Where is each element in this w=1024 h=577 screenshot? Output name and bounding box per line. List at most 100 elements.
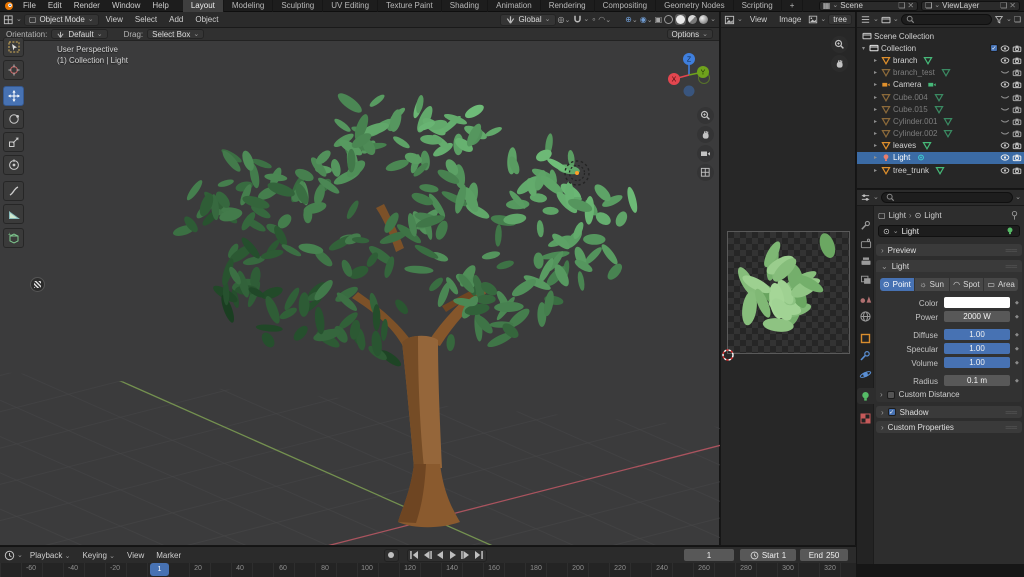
- tab-output[interactable]: [857, 254, 874, 270]
- disclosure-arrow-icon[interactable]: ▸: [872, 130, 879, 137]
- hide-eye-icon[interactable]: [1000, 141, 1010, 150]
- tab-world[interactable]: [857, 308, 874, 324]
- disable-render-camera-icon[interactable]: [1012, 44, 1022, 53]
- menu-keying[interactable]: Keying ⌄: [77, 551, 120, 560]
- hide-eye-icon[interactable]: [1000, 166, 1010, 175]
- viewport-camera-view-button[interactable]: [697, 145, 714, 162]
- outliner-row-collection[interactable]: ▾ Collection ✓: [857, 42, 1024, 54]
- disclosure-arrow-icon[interactable]: ▸: [872, 118, 879, 125]
- light-type-point-button[interactable]: ⊙Point: [880, 278, 915, 291]
- panel-preview[interactable]: ›Preview ══: [876, 244, 1022, 256]
- menu-render[interactable]: Render: [68, 1, 106, 10]
- hide-eye-icon[interactable]: [1000, 80, 1010, 89]
- toggle-xray-button[interactable]: ▣: [655, 15, 663, 24]
- workspace-tab-compositing[interactable]: Compositing: [595, 0, 656, 12]
- disable-render-camera-icon[interactable]: [1012, 141, 1022, 150]
- play-reverse-button[interactable]: [434, 550, 447, 561]
- outliner-row-camera[interactable]: ▸ Camera: [857, 79, 1024, 91]
- breadcrumb-data[interactable]: Light: [924, 211, 941, 220]
- frame-end-field[interactable]: End250: [800, 549, 848, 561]
- custom-distance-checkbox[interactable]: [887, 391, 895, 399]
- subpanel-custom-distance[interactable]: › Custom Distance: [880, 390, 1018, 399]
- tab-render[interactable]: [857, 236, 874, 252]
- outliner-row-branch-test[interactable]: ▸ branch_test: [857, 67, 1024, 79]
- tool-select-box[interactable]: [3, 37, 24, 57]
- workspace-tab-texture-paint[interactable]: Texture Paint: [378, 0, 442, 12]
- outliner-row-tree-trunk[interactable]: ▸ tree_trunk: [857, 164, 1024, 176]
- volume-slider[interactable]: 1.00: [944, 357, 1010, 368]
- hide-eye-closed-icon[interactable]: [1000, 105, 1010, 114]
- shading-wireframe-button[interactable]: [664, 15, 673, 24]
- outliner-row-cube-004[interactable]: ▸ Cube.004: [857, 91, 1024, 103]
- tool-cursor[interactable]: [3, 60, 24, 80]
- panel-shadow[interactable]: › ✓ Shadow ══: [876, 406, 1022, 418]
- uv-2d-cursor[interactable]: [721, 348, 735, 362]
- light-type-sun-button[interactable]: ☼Sun: [915, 278, 950, 291]
- outliner-row-light[interactable]: ▸ Light: [857, 152, 1024, 164]
- timeline-ruler[interactable]: -60 -40 -20 20 40 60 80 100 120 140 160 …: [0, 563, 856, 577]
- current-frame-field[interactable]: 1: [684, 549, 734, 561]
- browse-image-icon[interactable]: [808, 14, 818, 25]
- disable-render-camera-icon[interactable]: [1012, 153, 1022, 162]
- shading-material-button[interactable]: [688, 15, 697, 24]
- hide-eye-closed-icon[interactable]: [1000, 117, 1010, 126]
- image-texture-frame[interactable]: [727, 231, 850, 354]
- menu-image[interactable]: Image: [774, 15, 806, 24]
- menu-marker[interactable]: Marker: [151, 551, 186, 560]
- light-type-area-button[interactable]: ▭Area: [984, 278, 1018, 291]
- tab-tool[interactable]: [857, 218, 874, 234]
- animate-dot[interactable]: ◆: [1015, 314, 1019, 320]
- tool-measure[interactable]: [3, 204, 24, 224]
- menu-select[interactable]: Select: [130, 15, 162, 24]
- show-gizmo-toggle[interactable]: ⊕⌄: [625, 15, 638, 24]
- tab-physics[interactable]: [857, 366, 874, 382]
- tree-foliage[interactable]: [172, 90, 639, 369]
- shadow-checkbox[interactable]: ✓: [888, 408, 896, 416]
- outliner-row-leaves[interactable]: ▸ leaves: [857, 140, 1024, 152]
- breadcrumb-object[interactable]: Light: [889, 211, 906, 220]
- disclosure-arrow-icon[interactable]: ▸: [872, 69, 879, 76]
- menu-help[interactable]: Help: [146, 1, 174, 10]
- tab-object[interactable]: [857, 330, 874, 346]
- close-icon[interactable]: ✕: [1009, 1, 1016, 10]
- add-workspace-button[interactable]: +: [782, 0, 804, 12]
- tab-texture[interactable]: [857, 410, 874, 426]
- menu-add[interactable]: Add: [164, 15, 188, 24]
- menu-playback[interactable]: Playback ⌄: [25, 551, 76, 560]
- workspace-tab-layout[interactable]: Layout: [183, 0, 224, 12]
- viewport-zoom-button[interactable]: [697, 107, 714, 124]
- specular-slider[interactable]: 1.00: [944, 343, 1010, 354]
- tool-add-primitive[interactable]: +: [3, 228, 24, 248]
- new-collection-button[interactable]: ❏: [1014, 15, 1021, 24]
- snap-magnet-icon[interactable]: ⌄: [572, 14, 589, 25]
- disable-render-camera-icon[interactable]: [1012, 56, 1022, 65]
- options-dropdown[interactable]: Options⌄: [667, 29, 713, 39]
- mode-dropdown[interactable]: ▢ Object Mode⌄: [24, 14, 99, 26]
- menu-file[interactable]: File: [17, 1, 42, 10]
- radius-field[interactable]: 0.1 m: [944, 375, 1010, 386]
- animate-dot[interactable]: ◆: [1015, 378, 1019, 384]
- animate-dot[interactable]: ◆: [1015, 300, 1019, 306]
- hide-eye-closed-icon[interactable]: [1000, 93, 1010, 102]
- shading-solid-button[interactable]: [675, 14, 686, 25]
- outliner-search-input[interactable]: [901, 14, 992, 25]
- outliner-row-cylinder-002[interactable]: ▸ Cylinder.002: [857, 128, 1024, 140]
- data-name-field[interactable]: ⊙ ⌄ Light: [878, 225, 1020, 237]
- properties-search-input[interactable]: [881, 192, 1013, 203]
- transform-orientation-dropdown[interactable]: Global⌄: [500, 14, 556, 26]
- hide-eye-closed-icon[interactable]: [1000, 68, 1010, 77]
- workspace-tab-rendering[interactable]: Rendering: [541, 0, 595, 12]
- disclosure-arrow-icon[interactable]: ▸: [872, 167, 879, 174]
- disclosure-arrow-icon[interactable]: ▸: [872, 142, 879, 149]
- hide-eye-closed-icon[interactable]: [1000, 129, 1010, 138]
- disclosure-arrow-icon[interactable]: ▾: [860, 45, 867, 52]
- new-scene-icon[interactable]: ❏: [898, 1, 905, 10]
- proportional-falloff-dropdown[interactable]: ◠⌄: [598, 15, 611, 24]
- viewport-canvas[interactable]: [0, 41, 720, 545]
- hide-eye-icon[interactable]: [1000, 56, 1010, 65]
- disable-render-camera-icon[interactable]: [1012, 68, 1022, 77]
- drag-dropdown[interactable]: Select Box⌄: [147, 29, 204, 39]
- workspace-tab-animation[interactable]: Animation: [488, 0, 541, 12]
- disable-render-camera-icon[interactable]: [1012, 117, 1022, 126]
- new-viewlayer-icon[interactable]: ❏: [1000, 1, 1007, 10]
